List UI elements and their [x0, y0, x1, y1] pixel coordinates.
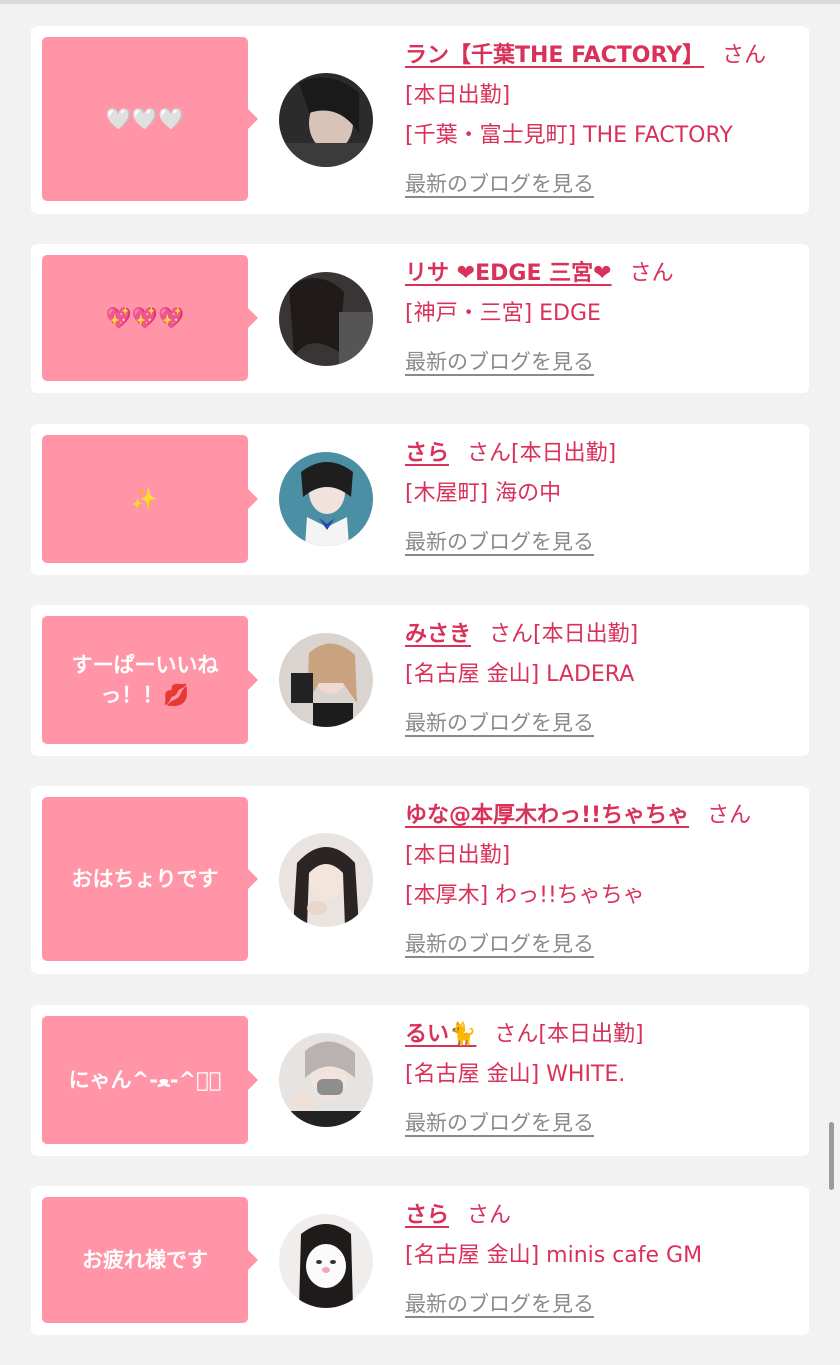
honorific: さん — [707, 803, 752, 828]
message-text: お疲れ様です — [82, 1248, 208, 1272]
user-name-link[interactable]: さら — [405, 1203, 449, 1228]
location-text: [本厚木] わっ!!ちゃちゃ — [405, 883, 645, 908]
message-bubble: 💖💖💖 — [42, 255, 258, 381]
scrollbar[interactable] — [829, 1122, 834, 1190]
latest-blog-link[interactable]: 最新のブログを見る — [405, 703, 594, 743]
latest-blog-link[interactable]: 最新のブログを見る — [405, 342, 594, 382]
blog-entry-card: ✨ さら さん[本日出勤] [木屋町] 海の中 最新のブログを見る — [31, 424, 809, 575]
entry-info: リサ ❤EDGE 三宮❤ さん [神戸・三宮] EDGE 最新のブログを見る — [405, 254, 799, 382]
honorific: さん — [489, 622, 534, 647]
location-text: [名古屋 金山] LADERA — [405, 662, 635, 687]
message-bubble: 🤍🤍🤍 — [42, 37, 258, 201]
latest-blog-link[interactable]: 最新のブログを見る — [405, 924, 594, 964]
entry-info: るい🐈 さん[本日出勤] [名古屋 金山] WHITE. 最新のブログを見る — [405, 1015, 799, 1143]
blog-entry-card: にゃん^-ﻌ-^ฅ゙ るい🐈 さん[本日出勤] [名古屋 金山] WHITE. 最… — [31, 1005, 809, 1156]
status-text: [本日出勤] — [538, 1022, 644, 1047]
user-name-link[interactable]: るい🐈 — [405, 1022, 476, 1047]
status-text: [本日出勤] — [405, 843, 511, 868]
latest-blog-link[interactable]: 最新のブログを見る — [405, 1284, 594, 1324]
message-text: 💖💖💖 — [105, 306, 185, 330]
avatar-photo — [279, 452, 373, 546]
honorific: さん — [467, 1203, 512, 1228]
avatar[interactable] — [279, 452, 373, 546]
avatar[interactable] — [279, 633, 373, 727]
status-text: [本日出勤] — [533, 622, 639, 647]
avatar-photo — [279, 1214, 373, 1308]
blog-entry-card: おはちょりです ゆな@本厚木わっ!!ちゃちゃ さん [本日出勤] [本厚木] わっ… — [31, 786, 809, 974]
message-bubble: すーぱーいいねっ！！💋 — [42, 616, 258, 744]
avatar-photo — [279, 1033, 373, 1127]
user-name-link[interactable]: ラン【千葉THE FACTORY】 — [405, 43, 704, 68]
avatar[interactable] — [279, 272, 373, 366]
message-text: ✨ — [131, 487, 159, 511]
user-name-link[interactable]: さら — [405, 441, 449, 466]
status-text: [本日出勤] — [511, 441, 617, 466]
location-text: [木屋町] 海の中 — [405, 481, 562, 506]
entry-info: ラン【千葉THE FACTORY】 さん [本日出勤] [千葉・富士見町] THE… — [405, 36, 799, 204]
latest-blog-link[interactable]: 最新のブログを見る — [405, 522, 594, 562]
avatar-photo — [279, 73, 373, 167]
message-bubble: お疲れ様です — [42, 1197, 258, 1323]
honorific: さん — [629, 261, 674, 286]
honorific: さん — [467, 441, 512, 466]
user-name-link[interactable]: ゆな@本厚木わっ!!ちゃちゃ — [405, 803, 689, 828]
location-text: [千葉・富士見町] THE FACTORY — [405, 123, 733, 148]
message-bubble: ✨ — [42, 435, 258, 563]
location-text: [名古屋 金山] minis cafe GM — [405, 1243, 703, 1268]
message-text: すーぱーいいねっ！！💋 — [71, 653, 219, 707]
entry-info: さら さん [名古屋 金山] minis cafe GM 最新のブログを見る — [405, 1196, 799, 1324]
status-text: [本日出勤] — [405, 83, 511, 108]
blog-entry-card: お疲れ様です さら さん [名古屋 金山] minis cafe GM 最新のブロ… — [31, 1186, 809, 1335]
location-text: [名古屋 金山] WHITE. — [405, 1062, 626, 1087]
latest-blog-link[interactable]: 最新のブログを見る — [405, 164, 594, 204]
blog-entry-card: 💖💖💖 リサ ❤EDGE 三宮❤ さん [神戸・三宮] EDGE 最新のブログを見… — [31, 244, 809, 393]
user-name-link[interactable]: リサ ❤EDGE 三宮❤ — [405, 261, 612, 286]
avatar[interactable] — [279, 833, 373, 927]
message-text: 🤍🤍🤍 — [105, 107, 185, 131]
entry-info: さら さん[本日出勤] [木屋町] 海の中 最新のブログを見る — [405, 434, 799, 562]
avatar-photo — [279, 633, 373, 727]
blog-entry-card: 🤍🤍🤍 ラン【千葉THE FACTORY】 さん [本日出勤] [千葉・富士見町]… — [31, 26, 809, 214]
message-text: おはちょりです — [71, 867, 219, 891]
avatar[interactable] — [279, 1033, 373, 1127]
message-bubble: にゃん^-ﻌ-^ฅ゙ — [42, 1016, 258, 1144]
top-divider — [0, 0, 840, 4]
avatar[interactable] — [279, 1214, 373, 1308]
avatar-photo — [279, 833, 373, 927]
blog-entry-card: すーぱーいいねっ！！💋 みさき さん[本日出勤] [名古屋 金山] LADERA … — [31, 605, 809, 756]
avatar[interactable] — [279, 73, 373, 167]
message-text: にゃん^-ﻌ-^ฅ゙ — [68, 1068, 222, 1092]
message-bubble: おはちょりです — [42, 797, 258, 961]
entry-info: みさき さん[本日出勤] [名古屋 金山] LADERA 最新のブログを見る — [405, 615, 799, 743]
avatar-photo — [279, 272, 373, 366]
entry-info: ゆな@本厚木わっ!!ちゃちゃ さん [本日出勤] [本厚木] わっ!!ちゃちゃ 最… — [405, 796, 799, 964]
user-name-link[interactable]: みさき — [405, 622, 471, 647]
honorific: さん — [494, 1022, 539, 1047]
location-text: [神戸・三宮] EDGE — [405, 301, 601, 326]
latest-blog-link[interactable]: 最新のブログを見る — [405, 1103, 594, 1143]
honorific: さん — [722, 43, 767, 68]
